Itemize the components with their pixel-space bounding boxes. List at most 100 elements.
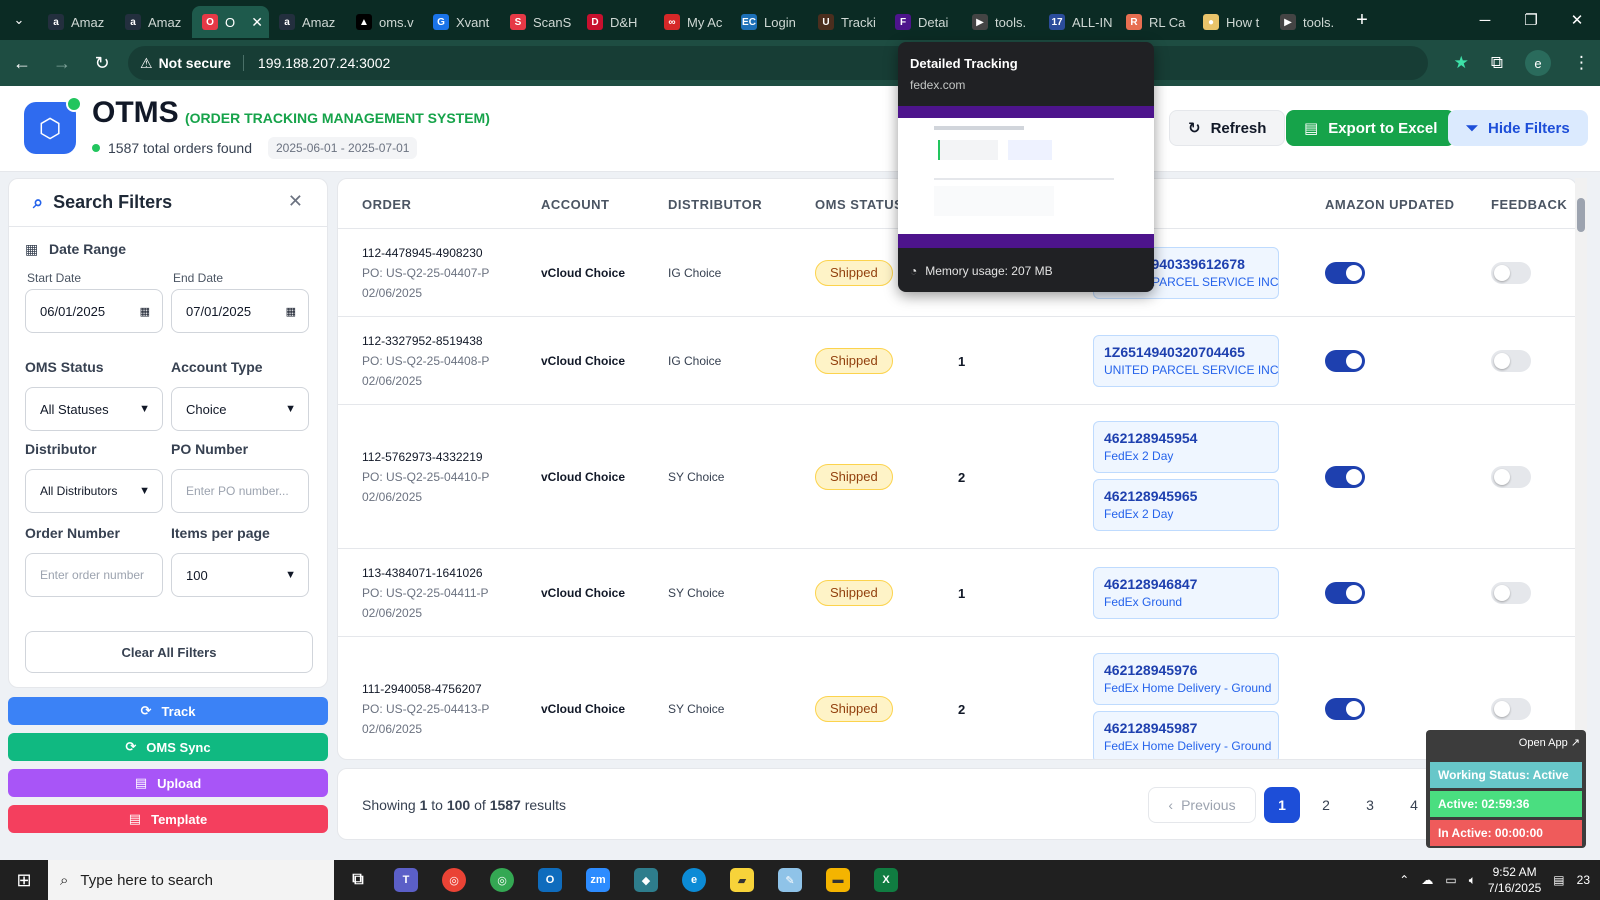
order-number[interactable]: 112-5762973-4332219 (362, 447, 489, 467)
close-filters-icon[interactable]: ✕ (288, 191, 303, 212)
onedrive-icon[interactable]: ☁ (1421, 873, 1433, 887)
tracking-card[interactable]: 462128945965 FedEx 2 Day (1093, 479, 1279, 531)
close-window-icon[interactable]: ✕ (1554, 0, 1600, 40)
amazon-updated-toggle[interactable] (1325, 262, 1365, 284)
browser-tab[interactable]: F Detai (885, 6, 962, 38)
hide-filters-button[interactable]: ⏷ Hide Filters (1448, 110, 1588, 146)
account-type-select[interactable]: Choice ▼ (171, 387, 309, 431)
bookmark-star-icon[interactable]: ★ (1454, 53, 1469, 73)
page-3-button[interactable]: 3 (1352, 787, 1388, 823)
feedback-toggle[interactable] (1491, 582, 1531, 604)
order-number[interactable]: 111-2940058-4756207 (362, 679, 489, 699)
notepad-icon[interactable]: ✎ (766, 860, 814, 900)
track-button[interactable]: ⟳ Track (8, 697, 328, 725)
notifications-icon[interactable]: ▤ (1553, 873, 1564, 887)
table-row[interactable]: 113-4384071-1641026 PO: US-Q2-25-04411-P 0… (338, 549, 1576, 637)
tab-search-icon[interactable]: ⌄ (0, 0, 38, 40)
app-icon[interactable]: ◆ (622, 860, 670, 900)
amazon-updated-toggle[interactable] (1325, 466, 1365, 488)
close-tab-icon[interactable]: ✕ (251, 14, 263, 31)
table-row[interactable]: 111-2940058-4756207 PO: US-Q2-25-04413-P 0… (338, 637, 1576, 759)
browser-tab[interactable]: ∞ My Ac (654, 6, 731, 38)
col-distributor[interactable]: DISTRIBUTOR (668, 197, 762, 212)
feedback-toggle[interactable] (1491, 350, 1531, 372)
forward-icon[interactable]: → (44, 45, 80, 81)
browser-tab[interactable]: ▲ oms.v (346, 6, 423, 38)
browser-tab[interactable]: ● How t (1193, 6, 1270, 38)
new-tab-button[interactable]: + (1347, 9, 1377, 32)
volume-icon[interactable]: 🔈︎ (1469, 873, 1476, 888)
amazon-updated-toggle[interactable] (1325, 582, 1365, 604)
browser-menu-icon[interactable]: ⋮ (1573, 53, 1590, 73)
outlook-icon[interactable]: O (526, 860, 574, 900)
oms-sync-button[interactable]: ⟳ OMS Sync (8, 733, 328, 761)
network-icon[interactable]: ▭ (1445, 873, 1456, 887)
clock[interactable]: 9:52 AM 7/16/2025 (1488, 864, 1541, 896)
order-number-input[interactable]: Enter order number (25, 553, 163, 597)
tracking-number[interactable]: 1Z6514940320704465 (1104, 344, 1268, 360)
start-date-input[interactable]: 06/01/2025 ▦ (25, 289, 163, 333)
col-feedback[interactable]: FEEDBACK (1491, 197, 1567, 212)
tracking-card[interactable]: 462128946847 FedEx Ground (1093, 567, 1279, 619)
back-icon[interactable]: ← (4, 45, 40, 81)
refresh-button[interactable]: ↻ Refresh (1169, 110, 1286, 146)
col-account[interactable]: ACCOUNT (541, 197, 610, 212)
tracking-card[interactable]: 462128945954 FedEx 2 Day (1093, 421, 1279, 473)
export-excel-button[interactable]: ▤ Export to Excel (1286, 110, 1456, 146)
excel-icon[interactable]: X (862, 860, 910, 900)
table-row[interactable]: 112-5762973-4332219 PO: US-Q2-25-04410-P 0… (338, 405, 1576, 549)
order-number[interactable]: 112-3327952-8519438 (362, 331, 489, 351)
url-bar[interactable]: ⚠ Not secure 199.188.207.24:3002 (128, 46, 1428, 80)
file-explorer-icon[interactable]: ▬ (814, 860, 862, 900)
reload-icon[interactable]: ↻ (84, 45, 120, 81)
feedback-toggle[interactable] (1491, 698, 1531, 720)
browser-tab[interactable]: a Amaz (269, 6, 346, 38)
chevron-up-icon[interactable]: ⌃ (1399, 873, 1409, 887)
calendar-picker-icon[interactable]: ▦ (286, 305, 296, 318)
tracking-card[interactable]: 462128945987 FedEx Home Delivery - Ground (1093, 711, 1279, 759)
po-number-input[interactable]: Enter PO number... (171, 469, 309, 513)
tracking-card[interactable]: 1Z6514940320704465 UNITED PARCEL SERVICE … (1093, 335, 1279, 387)
browser-tab[interactable]: a Amaz (38, 6, 115, 38)
end-date-input[interactable]: 07/01/2025 ▦ (171, 289, 309, 333)
calendar-picker-icon[interactable]: ▦ (140, 305, 150, 318)
clear-filters-button[interactable]: Clear All Filters (25, 631, 313, 673)
minimize-icon[interactable]: ─ (1462, 0, 1508, 40)
scrollbar-thumb[interactable] (1577, 198, 1585, 232)
browser-tab[interactable]: G Xvant (423, 6, 500, 38)
tracking-card[interactable]: 462128945976 FedEx Home Delivery - Ground (1093, 653, 1279, 705)
edge-icon[interactable]: e (670, 860, 718, 900)
restore-icon[interactable]: ❐ (1508, 0, 1554, 40)
browser-tab[interactable]: ▶ tools. (1270, 6, 1347, 38)
security-label[interactable]: Not secure (159, 55, 244, 71)
col-amazon-updated[interactable]: AMAZON UPDATED (1325, 197, 1455, 212)
browser-tab[interactable]: D D&H (577, 6, 654, 38)
tracking-number[interactable]: 462128945965 (1104, 488, 1268, 504)
taskbar-search[interactable]: ⌕ Type here to search (48, 860, 334, 900)
browser-tab[interactable]: O O ✕ (192, 6, 269, 38)
feedback-toggle[interactable] (1491, 262, 1531, 284)
extensions-icon[interactable]: ⧉ (1491, 53, 1503, 73)
browser-tab[interactable]: R RL Ca (1116, 6, 1193, 38)
order-number[interactable]: 112-4478945-4908230 (362, 243, 489, 263)
browser-tab[interactable]: ▶ tools. (962, 6, 1039, 38)
task-view-icon[interactable]: ⧉ (334, 860, 382, 900)
page-2-button[interactable]: 2 (1308, 787, 1344, 823)
tracking-number[interactable]: 462128945954 (1104, 430, 1268, 446)
teams-icon[interactable]: T (382, 860, 430, 900)
browser-tab[interactable]: 17 ALL-IN (1039, 6, 1116, 38)
upload-button[interactable]: ▤ Upload (8, 769, 328, 797)
template-button[interactable]: ▤ Template (8, 805, 328, 833)
chrome-icon[interactable]: ◎ (430, 860, 478, 900)
chrome-profile-icon[interactable]: ◎ (478, 860, 526, 900)
feedback-toggle[interactable] (1491, 466, 1531, 488)
oms-status-select[interactable]: All Statuses ▼ (25, 387, 163, 431)
profile-avatar[interactable]: e (1525, 50, 1551, 76)
col-oms-status[interactable]: OMS STATUS (815, 197, 903, 212)
previous-page-button[interactable]: ‹ Previous (1148, 787, 1256, 823)
distributor-select[interactable]: All Distributors ▼ (25, 469, 163, 513)
page-1-button[interactable]: 1 (1264, 787, 1300, 823)
tracking-number[interactable]: 462128945976 (1104, 662, 1268, 678)
tracking-number[interactable]: 462128945987 (1104, 720, 1268, 736)
amazon-updated-toggle[interactable] (1325, 350, 1365, 372)
